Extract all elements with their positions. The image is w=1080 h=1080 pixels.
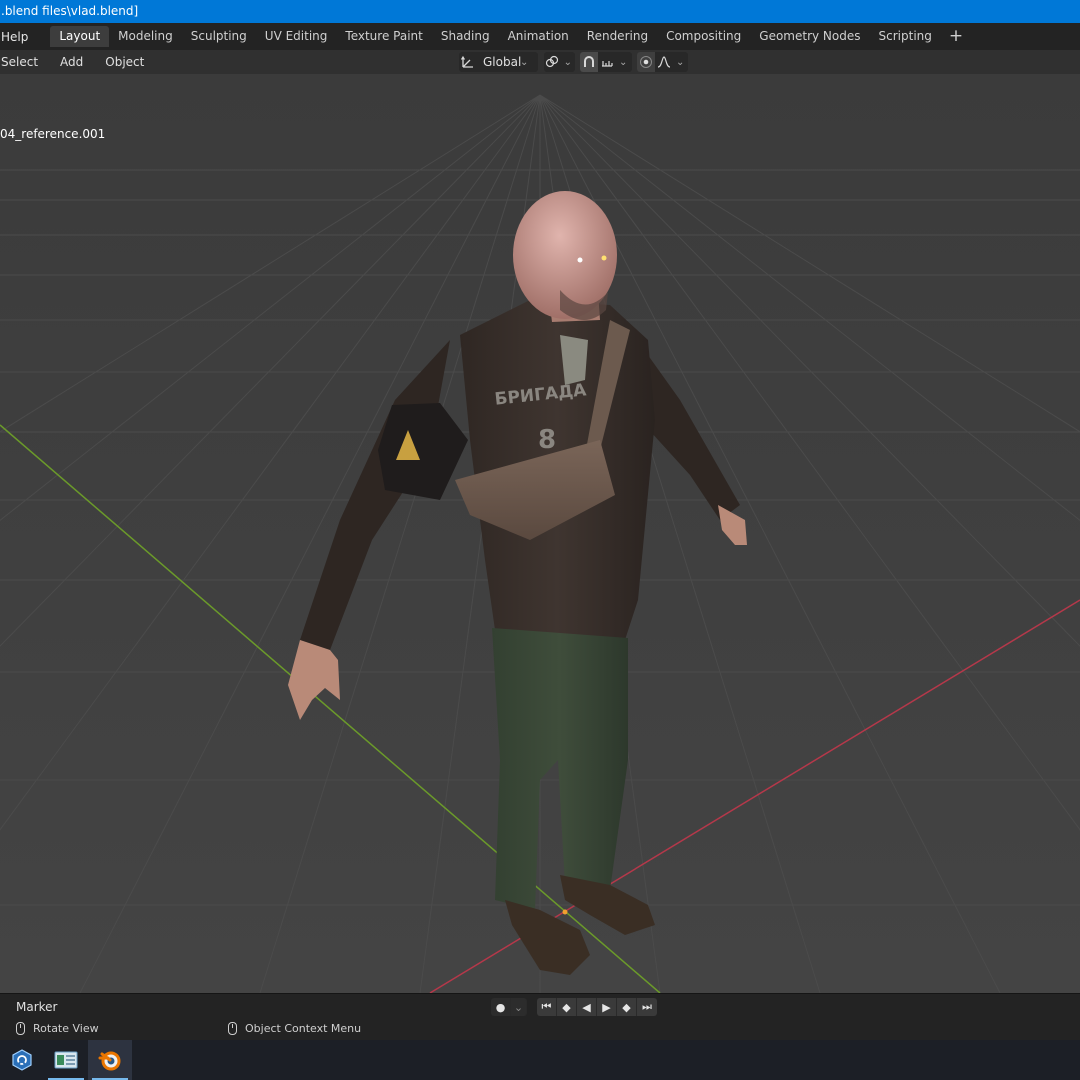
jacket-chest-number: 8 — [538, 425, 556, 455]
blender-app-icon[interactable] — [88, 1040, 132, 1080]
tab-texture-paint[interactable]: Texture Paint — [336, 26, 431, 47]
playback-controls: ● ⌄ ⏮ ◆ ◀ ▶ ◆ ⏭ — [491, 998, 657, 1016]
orientation-axes-icon — [459, 52, 477, 72]
falloff-curve-icon[interactable] — [655, 52, 673, 72]
status-left-hint: Rotate View — [16, 1022, 99, 1035]
character-eye-left — [577, 257, 583, 263]
play-reverse-icon[interactable]: ◀ — [577, 998, 597, 1016]
tab-animation[interactable]: Animation — [499, 26, 578, 47]
status-middle-hint: Object Context Menu — [228, 1022, 361, 1035]
rotate-view-hint: Rotate View — [33, 1022, 99, 1035]
status-bar: Rotate View Object Context Menu — [0, 1020, 1080, 1040]
tab-layout[interactable]: Layout — [50, 26, 110, 47]
window-title-bar: .blend files\vlad.blend] — [0, 0, 1080, 23]
object-origin-point — [562, 909, 568, 915]
transform-orientation-dropdown[interactable]: Global ⌄ — [459, 52, 538, 72]
viewport-scene: БРИГАДА 8 — [0, 74, 1080, 993]
active-object-label: 04_reference.001 — [0, 127, 106, 141]
pivot-point-dropdown[interactable]: ⌄ — [544, 52, 575, 72]
prev-keyframe-icon[interactable]: ◆ — [557, 998, 577, 1016]
mouse-right-icon — [228, 1022, 237, 1035]
add-menu[interactable]: Add — [52, 55, 91, 69]
tab-shading[interactable]: Shading — [432, 26, 499, 47]
tab-compositing[interactable]: Compositing — [657, 26, 750, 47]
tab-uv-editing[interactable]: UV Editing — [256, 26, 337, 47]
chevron-down-icon: ⌄ — [676, 56, 685, 68]
chevron-down-icon: ⌄ — [520, 56, 529, 68]
context-menu-hint: Object Context Menu — [245, 1022, 362, 1035]
add-workspace-button[interactable]: + — [941, 26, 971, 47]
sync-app-icon[interactable] — [0, 1040, 44, 1080]
marker-menu[interactable]: Marker — [16, 1000, 57, 1014]
tab-rendering[interactable]: Rendering — [578, 26, 657, 47]
proportional-editing-controls[interactable]: ⌄ — [637, 52, 688, 72]
snapping-controls[interactable]: ⌄ — [580, 52, 632, 72]
next-keyframe-icon[interactable]: ◆ — [617, 998, 637, 1016]
chevron-down-icon[interactable]: ⌄ — [511, 998, 527, 1016]
help-menu[interactable]: Help — [0, 23, 34, 50]
character-eye-right — [601, 255, 607, 261]
play-icon[interactable]: ▶ — [597, 998, 617, 1016]
select-menu[interactable]: Select — [0, 55, 46, 69]
tab-sculpting[interactable]: Sculpting — [182, 26, 256, 47]
tab-modeling[interactable]: Modeling — [109, 26, 182, 47]
record-icon[interactable]: ● — [491, 998, 511, 1016]
chevron-down-icon: ⌄ — [619, 56, 628, 68]
object-menu[interactable]: Object — [97, 55, 152, 69]
chevron-down-icon: ⌄ — [563, 56, 572, 68]
3d-viewport[interactable]: БРИГАДА 8 — [0, 74, 1080, 993]
os-taskbar — [0, 1040, 1080, 1080]
snap-increment-icon[interactable] — [598, 52, 616, 72]
viewport-header: Select Add Object — [0, 50, 1080, 74]
window-title: .blend files\vlad.blend] — [1, 4, 139, 18]
jump-start-icon[interactable]: ⏮ — [537, 998, 557, 1016]
explorer-app-icon[interactable] — [44, 1040, 88, 1080]
jump-end-icon[interactable]: ⏭ — [637, 998, 657, 1016]
top-bar: Help Layout Modeling Sculpting UV Editin… — [0, 23, 1080, 50]
pivot-link-icon — [544, 52, 561, 72]
mouse-middle-icon — [16, 1022, 25, 1035]
orientation-value: Global — [483, 55, 522, 69]
proportional-edit-icon[interactable] — [637, 52, 655, 72]
tab-scripting[interactable]: Scripting — [870, 26, 941, 47]
timeline-header: Marker ● ⌄ ⏮ ◆ ◀ ▶ ◆ ⏭ — [0, 993, 1080, 1020]
tab-geometry-nodes[interactable]: Geometry Nodes — [750, 26, 869, 47]
magnet-snap-icon[interactable] — [580, 52, 598, 72]
